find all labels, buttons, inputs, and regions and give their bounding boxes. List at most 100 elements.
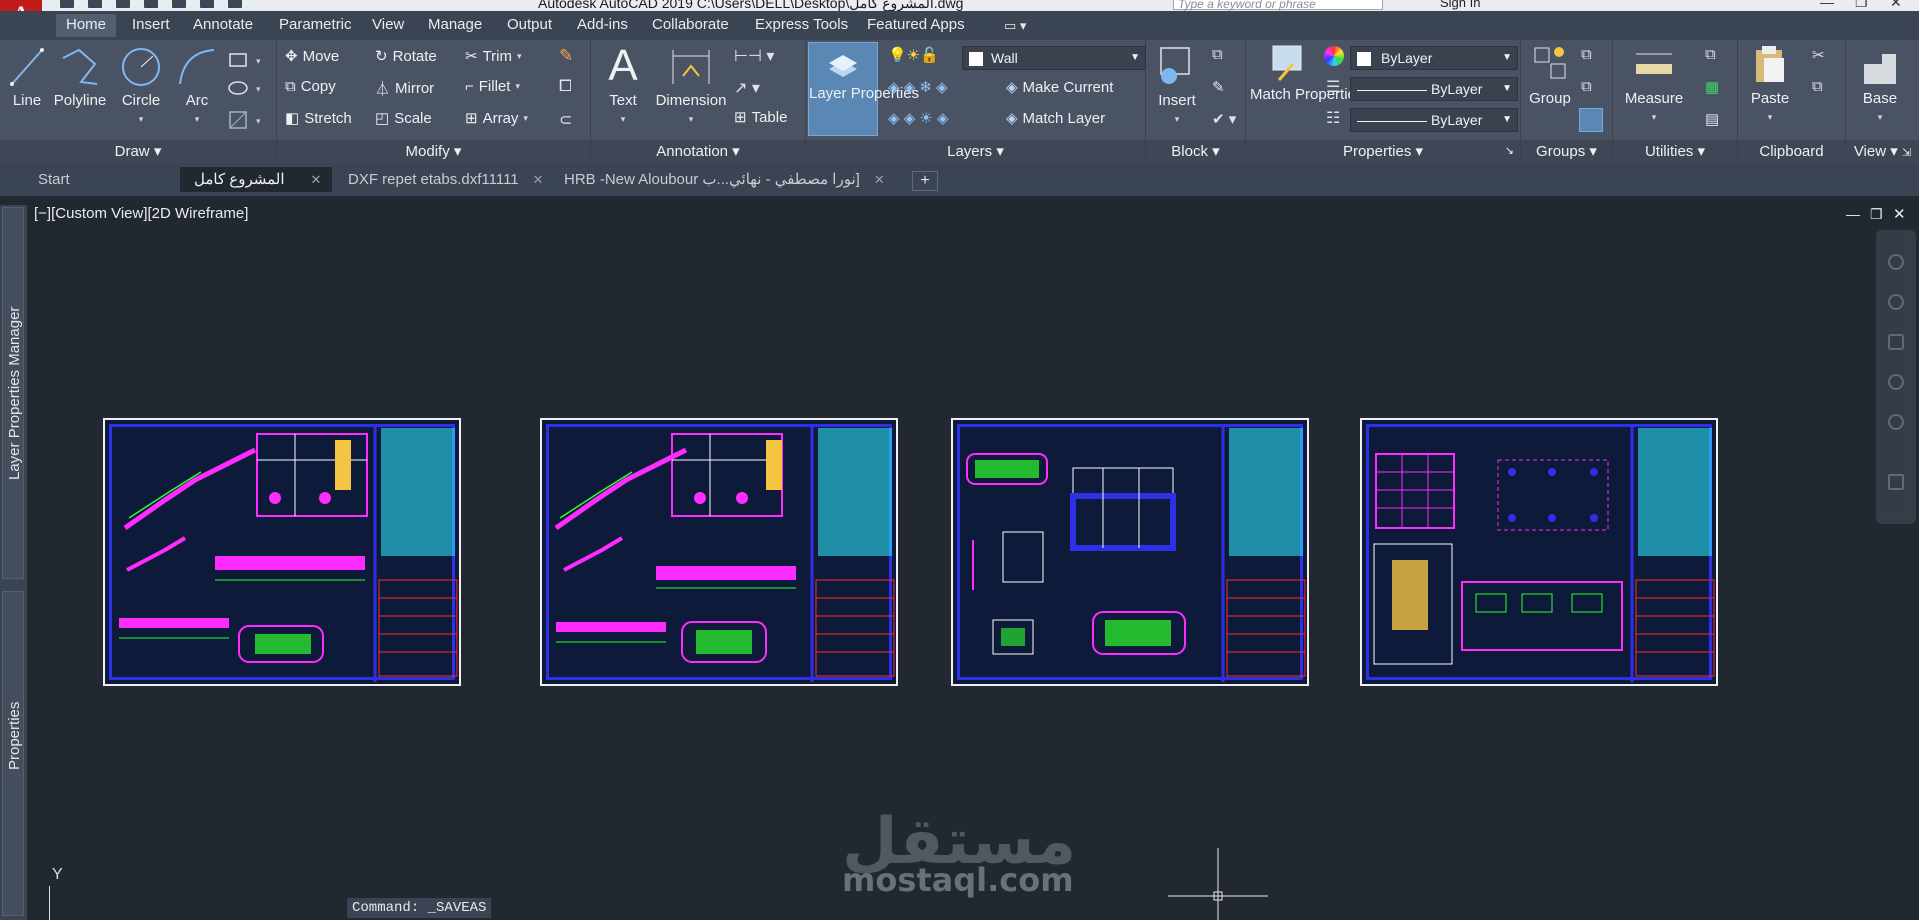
match-layer-button[interactable]: ◈ Match Layer [1006,109,1105,128]
minimize-icon[interactable]: — [1820,0,1834,10]
layer-properties-button[interactable]: Layer Properties [808,42,919,136]
group-button[interactable]: Group [1527,44,1573,108]
group-edit-icon[interactable]: ⧉ [1581,78,1592,95]
line-button[interactable]: Line [8,46,46,110]
properties-palette[interactable]: Properties [2,591,24,916]
save-as-icon[interactable] [144,0,158,8]
cut-icon[interactable]: ✂ [1812,46,1825,64]
tab-view[interactable]: View [372,16,404,33]
view-panel-title[interactable]: View ▾ ⇲ [1846,140,1919,163]
text-button[interactable]: A Text ▾ [603,44,643,128]
save-icon[interactable] [116,0,130,8]
draw-panel-title[interactable]: Draw ▾ [0,140,276,163]
attribute-icon[interactable]: ✔ ▾ [1212,110,1236,128]
move-button[interactable]: ✥ Move [285,47,339,66]
tab-manage[interactable]: Manage [428,16,482,33]
drawing-sheet-4[interactable] [1360,418,1718,686]
copy-button[interactable]: ⧉ Copy [285,78,336,95]
lineweight-icon[interactable]: ☰ [1326,77,1340,97]
scale-button[interactable]: ◰ Scale [375,109,432,128]
tab-output[interactable]: Output [507,16,552,33]
clipboard-panel-title[interactable]: Clipboard [1738,140,1845,163]
tab-collaborate[interactable]: Collaborate [652,16,729,33]
base-button[interactable]: Base ▾ [1856,46,1904,126]
match-properties-button[interactable]: Match Properties [1250,44,1363,103]
tab-annotate[interactable]: Annotate [193,16,253,33]
ribbon-minimize-icon[interactable]: ▭ ▾ [1004,18,1026,34]
linetype-icon[interactable]: ☷ [1326,108,1340,128]
trim-button[interactable]: ✂ Trim ▾ [465,47,522,66]
plot-icon[interactable] [172,0,186,8]
id-point-icon[interactable]: ⧉ [1705,46,1716,63]
erase-icon[interactable]: ✎ [559,46,573,66]
tab-featured-apps[interactable]: Featured Apps [867,16,965,33]
linear-dim-icon[interactable]: ⊢⊣ ▾ [734,46,774,66]
viewport-controls-label[interactable]: [−][Custom View][2D Wireframe] [34,205,248,222]
calculator-icon[interactable]: ▤ [1705,110,1719,128]
ungroup-icon[interactable]: ⧉ [1581,46,1592,63]
draw-small-tools[interactable]: ▾ ▾ ▾ [228,50,268,136]
layer-dropdown[interactable]: Wall ▼ [962,46,1146,70]
steering-wheel-icon[interactable] [1888,294,1904,310]
paste-button[interactable]: Paste ▾ [1746,44,1794,126]
doc-tab-hrb-aloubour[interactable]: HRB -New Aloubour نورا مصطفي - نهائي...ب… [552,167,902,192]
groups-panel-title[interactable]: Groups ▾ [1521,140,1612,163]
explode-icon[interactable]: ⧠ [559,78,572,96]
mirror-button[interactable]: ⏃ Mirror [375,78,434,99]
vp-minimize-icon[interactable]: — [1846,206,1860,222]
utilities-panel-title[interactable]: Utilities ▾ [1613,140,1737,163]
table-button[interactable]: ⊞ Table [734,108,787,127]
restore-icon[interactable]: ❐ [1855,0,1868,11]
sign-in-button[interactable]: Sign In [1440,0,1480,10]
layer-tools-row1[interactable]: ◈ ◈ ❄ ◈ [888,78,948,96]
view-cube-icon[interactable] [1888,254,1904,270]
tab-add-ins[interactable]: Add-ins [577,16,628,33]
lineweight-dropdown[interactable]: ByLayer ▼ [1350,108,1518,132]
showmotion-icon[interactable] [1888,474,1904,490]
dimension-button[interactable]: Dimension ▾ [653,46,729,128]
measure-button[interactable]: Measure ▾ [1623,44,1685,126]
vp-close-icon[interactable]: ✕ [1893,205,1906,223]
quick-select-icon[interactable]: ▦ [1705,78,1719,96]
layer-state-icons[interactable]: 💡☀🔓 [888,46,939,64]
linetype-dropdown[interactable]: ByLayer ▼ [1350,77,1518,101]
modify-panel-title[interactable]: Modify ▾ [277,140,590,163]
pan-icon[interactable] [1888,334,1904,350]
insert-button[interactable]: Insert ▾ [1152,44,1202,128]
doc-tab-dxf-repet[interactable]: DXF repet etabs.dxf11111 ✕ [336,167,548,192]
create-block-icon[interactable]: ⧉ [1212,46,1223,63]
drawing-sheet-3[interactable] [951,418,1309,686]
new-tab-button[interactable]: + [912,171,938,191]
layers-panel-title[interactable]: Layers ▾ [806,140,1145,163]
close-icon[interactable]: ✕ [1890,0,1902,11]
edit-block-icon[interactable]: ✎ [1212,78,1225,96]
doc-tab-full-project[interactable]: المشروع كامل ✕ [180,167,332,192]
leader-icon[interactable]: ↗ ▾ [734,78,760,98]
layer-tools-row2[interactable]: ◈ ◈ ☀ ◈ [888,109,949,127]
polyline-button[interactable]: Polyline [52,46,108,110]
new-icon[interactable] [60,0,74,8]
drawing-sheet-2[interactable] [540,418,898,686]
layer-properties-manager-palette[interactable]: Layer Properties Manager [2,207,24,579]
make-current-button[interactable]: ◈ Make Current [1006,78,1113,97]
group-selection-icon[interactable] [1579,108,1603,132]
block-panel-title[interactable]: Block ▾ [1146,140,1245,163]
offset-icon[interactable]: ⊂ [559,110,572,130]
tab-parametric[interactable]: Parametric [279,16,352,33]
copy-clip-icon[interactable]: ⧉ [1812,78,1823,95]
search-input[interactable]: Type a keyword or phrase [1173,0,1383,11]
array-button[interactable]: ⊞ Array ▾ [465,109,528,128]
open-icon[interactable] [88,0,102,8]
drawing-sheet-1[interactable] [103,418,461,686]
redo-icon[interactable] [228,0,242,8]
orbit-icon[interactable] [1888,414,1904,430]
tab-home[interactable]: Home [56,14,117,37]
rotate-button[interactable]: ↻ Rotate [375,47,437,66]
vp-restore-icon[interactable]: ❐ [1870,206,1883,223]
stretch-button[interactable]: ◧ Stretch [285,109,352,128]
color-wheel-icon[interactable] [1324,46,1344,66]
circle-button[interactable]: Circle ▾ [117,46,165,128]
color-dropdown[interactable]: ByLayer ▼ [1350,46,1518,70]
annotation-panel-title[interactable]: Annotation ▾ [591,140,805,163]
undo-icon[interactable] [200,0,214,8]
